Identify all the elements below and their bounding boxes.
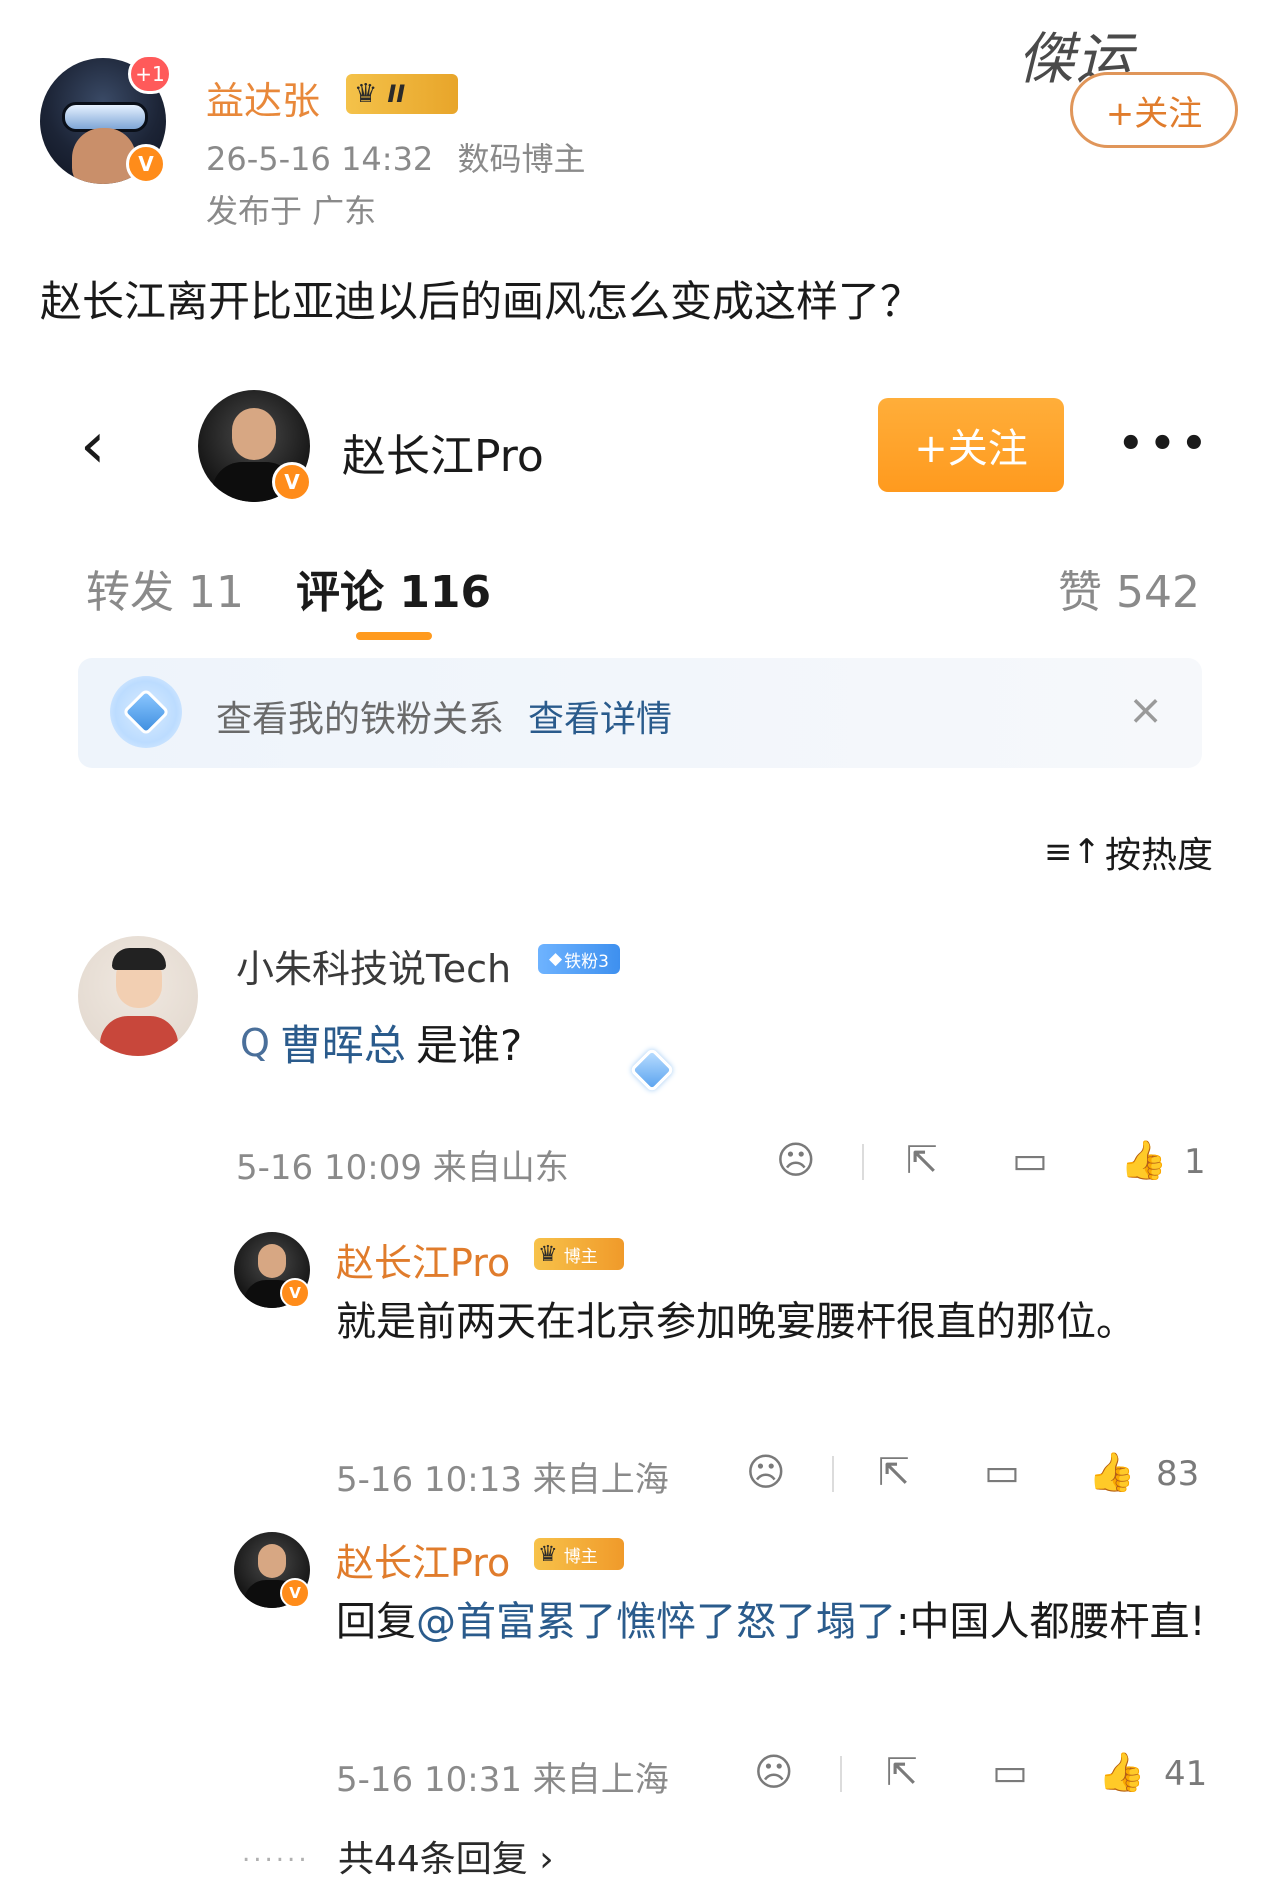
- thumbs-up-icon[interactable]: 👍: [1088, 1452, 1135, 1492]
- verified-icon: V: [272, 462, 312, 502]
- fan-banner-text: 查看我的铁粉关系: [216, 699, 505, 740]
- back-chevron-icon[interactable]: ‹: [80, 414, 128, 478]
- thumbs-up-icon[interactable]: 👍: [1098, 1752, 1145, 1792]
- crown-icon: ♛: [538, 1541, 558, 1567]
- reply-author-name[interactable]: 赵长江Pro: [336, 1532, 510, 1587]
- like-count: 83: [1156, 1454, 1200, 1494]
- member-level-text: II: [387, 80, 406, 108]
- post-author-name[interactable]: 益达张: [206, 70, 320, 125]
- more-options-icon[interactable]: •••: [1118, 424, 1213, 464]
- active-tab-indicator: [356, 632, 432, 640]
- divider: [840, 1756, 842, 1792]
- reply-body: 就是前两天在北京参加晚宴腰杆很直的那位。: [336, 1299, 1136, 1345]
- embedded-account-name[interactable]: 赵长江Pro: [342, 420, 544, 484]
- sad-face-icon[interactable]: ☹: [776, 1140, 816, 1180]
- crown-icon: ♛: [538, 1241, 558, 1267]
- new-count-badge: +1: [128, 54, 172, 94]
- post-timestamp: 26-5-16 14:32: [206, 140, 434, 178]
- fan-banner-link[interactable]: 查看详情: [528, 690, 672, 742]
- comment-bubble-icon[interactable]: ▭: [984, 1452, 1020, 1492]
- divider: [862, 1144, 864, 1180]
- reply-body: 回复@首富累了憔悴了怒了塌了:中国人都腰杆直!: [336, 1592, 1236, 1652]
- tab-repost[interactable]: 转发 11: [86, 556, 244, 620]
- host-badge: ♛ 博主: [534, 1538, 624, 1570]
- share-icon[interactable]: ⇱: [878, 1452, 910, 1492]
- comment-text: 是谁?: [415, 1021, 523, 1070]
- reply-meta: 5-16 10:13 来自上海: [336, 1460, 669, 1500]
- divider: [832, 1456, 834, 1492]
- search-link[interactable]: 曹晖总: [280, 1012, 406, 1073]
- comment-bubble-icon[interactable]: ▭: [992, 1752, 1028, 1792]
- diamond-sticker-icon: [622, 1040, 682, 1100]
- share-icon[interactable]: ⇱: [886, 1752, 918, 1792]
- sad-face-icon[interactable]: ☹: [754, 1752, 794, 1792]
- sort-icon: ≡↑: [1044, 832, 1101, 872]
- search-icon: Q: [240, 1020, 270, 1065]
- verified-icon: V: [126, 144, 166, 184]
- sort-by-heat[interactable]: ≡↑ 按热度: [1044, 826, 1213, 878]
- comment-bubble-icon[interactable]: ▭: [1012, 1140, 1048, 1180]
- tab-like[interactable]: 赞 542: [1058, 556, 1200, 620]
- mention-link[interactable]: @首富累了憔悴了怒了塌了: [416, 1599, 896, 1645]
- close-icon[interactable]: ×: [1128, 689, 1163, 731]
- share-icon[interactable]: ⇱: [906, 1140, 938, 1180]
- reply-text: :中国人都腰杆直!: [896, 1599, 1206, 1645]
- diamond-icon: [110, 676, 182, 748]
- host-badge: ♛ 博主: [534, 1238, 624, 1270]
- follow-button[interactable]: +关注: [1070, 72, 1238, 148]
- commenter-name[interactable]: 小朱科技说Tech: [236, 938, 511, 993]
- reply-author-name[interactable]: 赵长江Pro: [336, 1232, 510, 1287]
- replies-dots: ......: [242, 1838, 310, 1868]
- reply-meta: 5-16 10:31 来自上海: [336, 1760, 669, 1800]
- avatar-head-graphic: [232, 408, 276, 460]
- like-count: 1: [1184, 1142, 1206, 1182]
- sad-face-icon[interactable]: ☹: [746, 1452, 786, 1492]
- view-all-replies-link[interactable]: 共44条回复 ›: [338, 1830, 554, 1882]
- reply-prefix: 回复: [336, 1599, 416, 1645]
- comment-meta: 5-16 10:09 来自山东: [236, 1148, 569, 1188]
- verified-icon: V: [280, 1578, 310, 1608]
- thumbs-up-icon[interactable]: 👍: [1120, 1140, 1167, 1180]
- post-meta: 26-5-16 14:32 数码博主: [206, 134, 585, 180]
- post-location: 发布于 广东: [206, 192, 377, 230]
- commenter-avatar[interactable]: [78, 936, 198, 1056]
- crown-icon: ♛: [354, 79, 378, 109]
- like-count: 41: [1164, 1754, 1208, 1794]
- post-text: 赵长江离开比亚迪以后的画风怎么变成这样了？: [40, 277, 923, 326]
- fan-level-badge: ◆ 铁粉3: [538, 944, 620, 974]
- comment-body: Q 曹晖总 是谁?: [240, 1012, 522, 1073]
- member-level-badge[interactable]: ♛ II: [346, 74, 458, 114]
- embedded-follow-button[interactable]: +关注: [878, 398, 1064, 492]
- tab-comment[interactable]: 评论 116: [296, 556, 491, 620]
- verified-icon: V: [280, 1278, 310, 1308]
- sort-label: 按热度: [1104, 835, 1213, 876]
- author-role: 数码博主: [457, 140, 586, 178]
